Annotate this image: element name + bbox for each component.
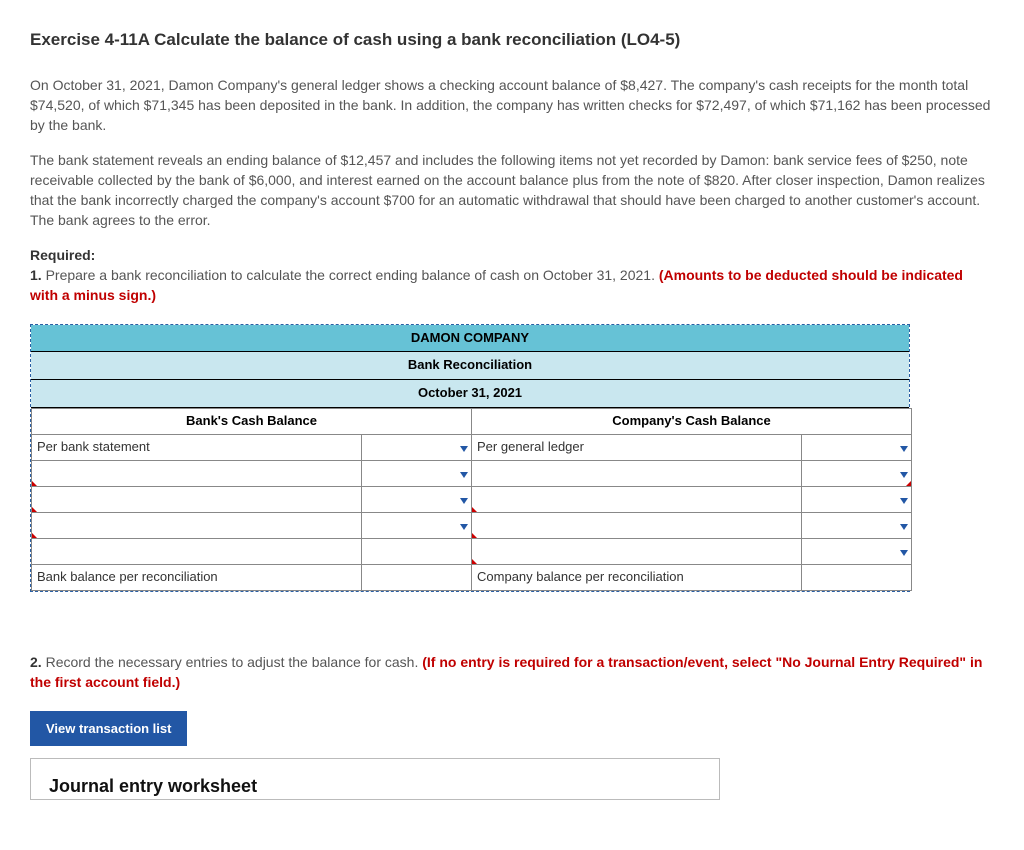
dropdown-icon: [900, 446, 908, 452]
journal-worksheet-panel: Journal entry worksheet: [30, 758, 720, 800]
company-adj4-desc[interactable]: [472, 539, 802, 565]
indicator-icon: [472, 533, 477, 538]
bank-adj3-amount[interactable]: [362, 513, 472, 539]
journal-worksheet-title: Journal entry worksheet: [49, 773, 701, 799]
dropdown-icon: [900, 524, 908, 530]
dropdown-icon: [460, 446, 468, 452]
company-adj1-amount[interactable]: [802, 461, 912, 487]
company-adj3-desc[interactable]: [472, 513, 802, 539]
dropdown-icon: [900, 472, 908, 478]
bank-adj3-desc[interactable]: [32, 513, 362, 539]
bank-spacer: [32, 539, 362, 565]
dropdown-icon: [460, 524, 468, 530]
dropdown-icon: [460, 498, 468, 504]
req2-number: 2.: [30, 654, 42, 670]
bank-end-amount[interactable]: [362, 565, 472, 591]
table-header-date: October 31, 2021: [31, 380, 909, 408]
dropdown-icon: [900, 498, 908, 504]
paragraph-1: On October 31, 2021, Damon Company's gen…: [30, 75, 994, 136]
bank-end-label: Bank balance per reconciliation: [32, 565, 362, 591]
view-transaction-list-button[interactable]: View transaction list: [30, 711, 187, 746]
indicator-icon: [472, 507, 477, 512]
required-label: Required:: [30, 247, 95, 263]
indicator-icon: [32, 481, 37, 486]
indicator-icon: [906, 481, 911, 486]
company-start-label: Per general ledger: [472, 435, 802, 461]
table-header-title: Bank Reconciliation: [31, 352, 909, 380]
company-end-amount[interactable]: [802, 565, 912, 591]
req2-text: Record the necessary entries to adjust t…: [42, 654, 423, 670]
company-adj4-amount[interactable]: [802, 539, 912, 565]
company-end-label: Company balance per reconciliation: [472, 565, 802, 591]
reconciliation-table: DAMON COMPANY Bank Reconciliation Octobe…: [30, 324, 910, 593]
col-header-bank: Bank's Cash Balance: [32, 409, 472, 435]
bank-adj1-desc[interactable]: [32, 461, 362, 487]
bank-adj1-amount[interactable]: [362, 461, 472, 487]
bank-adj2-desc[interactable]: [32, 487, 362, 513]
indicator-icon: [472, 559, 477, 564]
req1-text: Prepare a bank reconciliation to calcula…: [42, 267, 659, 283]
bank-adj2-amount[interactable]: [362, 487, 472, 513]
company-adj2-desc[interactable]: [472, 487, 802, 513]
company-start-amount[interactable]: [802, 435, 912, 461]
company-adj3-amount[interactable]: [802, 513, 912, 539]
indicator-icon: [32, 533, 37, 538]
req1-number: 1.: [30, 267, 42, 283]
dropdown-icon: [900, 550, 908, 556]
exercise-title: Exercise 4-11A Calculate the balance of …: [30, 28, 994, 53]
bank-start-amount[interactable]: [362, 435, 472, 461]
table-header-company: DAMON COMPANY: [31, 325, 909, 353]
col-header-company: Company's Cash Balance: [472, 409, 912, 435]
bank-spacer-amt: [362, 539, 472, 565]
bank-start-label: Per bank statement: [32, 435, 362, 461]
dropdown-icon: [460, 472, 468, 478]
paragraph-2: The bank statement reveals an ending bal…: [30, 150, 994, 231]
company-adj1-desc[interactable]: [472, 461, 802, 487]
indicator-icon: [32, 507, 37, 512]
company-adj2-amount[interactable]: [802, 487, 912, 513]
